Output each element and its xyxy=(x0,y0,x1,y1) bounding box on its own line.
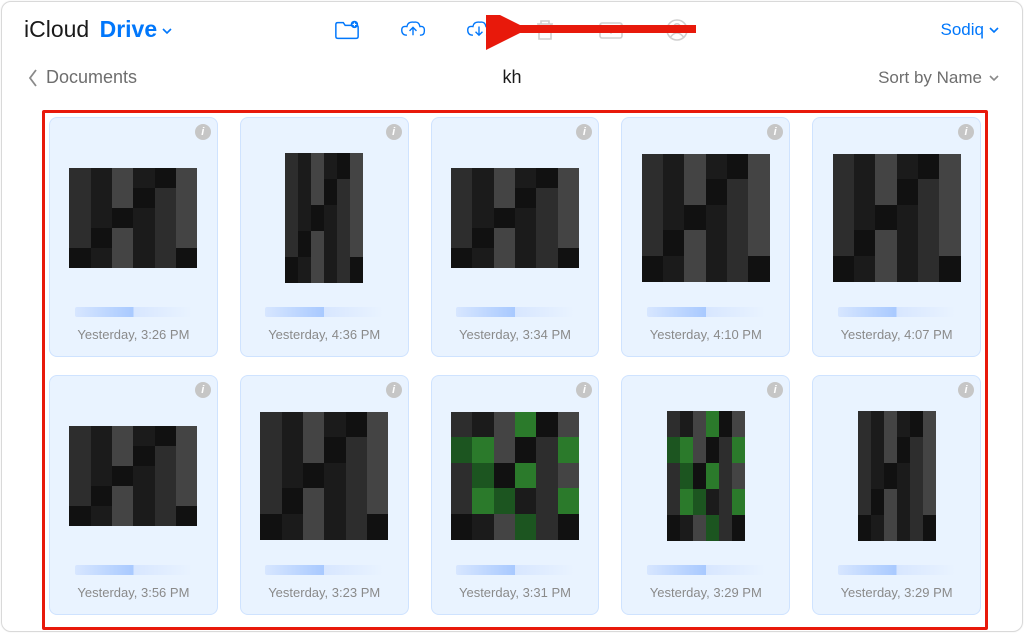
chevron-left-icon xyxy=(26,68,40,88)
file-thumbnail xyxy=(442,136,589,299)
chevron-down-icon xyxy=(988,72,1000,84)
info-icon[interactable]: i xyxy=(386,124,402,140)
file-timestamp: Yesterday, 4:07 PM xyxy=(841,327,953,342)
info-icon[interactable]: i xyxy=(958,382,974,398)
file-thumbnail xyxy=(60,136,207,299)
file-name-placeholder xyxy=(75,307,192,317)
file-tile[interactable]: i Yesterday, 4:36 PM xyxy=(240,117,409,357)
file-timestamp: Yesterday, 3:56 PM xyxy=(77,585,189,600)
file-name-placeholder xyxy=(456,565,573,575)
file-thumbnail xyxy=(251,394,398,557)
file-timestamp: Yesterday, 3:31 PM xyxy=(459,585,571,600)
file-thumbnail xyxy=(632,394,779,557)
file-thumbnail xyxy=(60,394,207,557)
info-icon[interactable]: i xyxy=(195,124,211,140)
file-tile[interactable]: i Yesterday, 3:31 PM xyxy=(431,375,600,615)
file-tile[interactable]: i Yesterday, 3:34 PM xyxy=(431,117,600,357)
file-thumbnail xyxy=(442,394,589,557)
info-icon[interactable]: i xyxy=(576,382,592,398)
file-tile[interactable]: i Yesterday, 4:10 PM xyxy=(621,117,790,357)
file-tile[interactable]: i Yesterday, 3:26 PM xyxy=(49,117,218,357)
info-icon[interactable]: i xyxy=(767,124,783,140)
file-grid-selection: i Yesterday, 3:26 PM i Yesterday, 4:36 PM i Y… xyxy=(42,110,988,630)
file-thumbnail xyxy=(251,136,398,299)
info-icon[interactable]: i xyxy=(386,382,402,398)
brand-dropdown[interactable]: iCloud Drive xyxy=(24,16,173,43)
back-button[interactable]: Documents xyxy=(26,67,137,88)
file-thumbnail xyxy=(823,136,970,299)
chevron-down-icon xyxy=(988,24,1000,36)
file-tile[interactable]: i Yesterday, 3:56 PM xyxy=(49,375,218,615)
file-name-placeholder xyxy=(647,565,764,575)
cloud-upload-button[interactable] xyxy=(400,17,426,43)
info-icon[interactable]: i xyxy=(958,124,974,140)
file-timestamp: Yesterday, 3:29 PM xyxy=(650,585,762,600)
mail-button[interactable] xyxy=(598,17,624,43)
file-name-placeholder xyxy=(456,307,573,317)
file-name-placeholder xyxy=(75,565,192,575)
file-tile[interactable]: i Yesterday, 3:29 PM xyxy=(621,375,790,615)
file-name-placeholder xyxy=(838,307,955,317)
file-thumbnail xyxy=(823,394,970,557)
file-name-placeholder xyxy=(265,565,382,575)
sort-menu[interactable]: Sort by Name xyxy=(878,68,1000,88)
toolbar xyxy=(334,17,690,43)
brand-part2: Drive xyxy=(100,16,158,43)
brand-part1: iCloud xyxy=(24,16,89,43)
icloud-drive-window: iCloud Drive xyxy=(1,1,1023,632)
user-menu[interactable]: Sodiq xyxy=(941,20,1000,40)
info-icon[interactable]: i xyxy=(576,124,592,140)
account-button[interactable] xyxy=(664,17,690,43)
file-tile[interactable]: i Yesterday, 3:23 PM xyxy=(240,375,409,615)
sub-bar: Documents kh Sort by Name xyxy=(2,51,1022,98)
file-name-placeholder xyxy=(265,307,382,317)
user-name: Sodiq xyxy=(941,20,984,40)
file-tile[interactable]: i Yesterday, 3:29 PM xyxy=(812,375,981,615)
folder-title: kh xyxy=(502,67,521,88)
file-timestamp: Yesterday, 3:34 PM xyxy=(459,327,571,342)
new-folder-button[interactable] xyxy=(334,17,360,43)
file-thumbnail xyxy=(632,136,779,299)
file-timestamp: Yesterday, 3:29 PM xyxy=(841,585,953,600)
info-icon[interactable]: i xyxy=(767,382,783,398)
file-name-placeholder xyxy=(647,307,764,317)
info-icon[interactable]: i xyxy=(195,382,211,398)
file-timestamp: Yesterday, 3:26 PM xyxy=(77,327,189,342)
top-bar: iCloud Drive xyxy=(2,2,1022,51)
file-timestamp: Yesterday, 4:10 PM xyxy=(650,327,762,342)
file-timestamp: Yesterday, 4:36 PM xyxy=(268,327,380,342)
sort-label: Sort by Name xyxy=(878,68,982,88)
file-name-placeholder xyxy=(838,565,955,575)
delete-button[interactable] xyxy=(532,17,558,43)
file-timestamp: Yesterday, 3:23 PM xyxy=(268,585,380,600)
back-label: Documents xyxy=(46,67,137,88)
cloud-download-button[interactable] xyxy=(466,17,492,43)
chevron-down-icon xyxy=(161,24,173,42)
file-tile[interactable]: i Yesterday, 4:07 PM xyxy=(812,117,981,357)
